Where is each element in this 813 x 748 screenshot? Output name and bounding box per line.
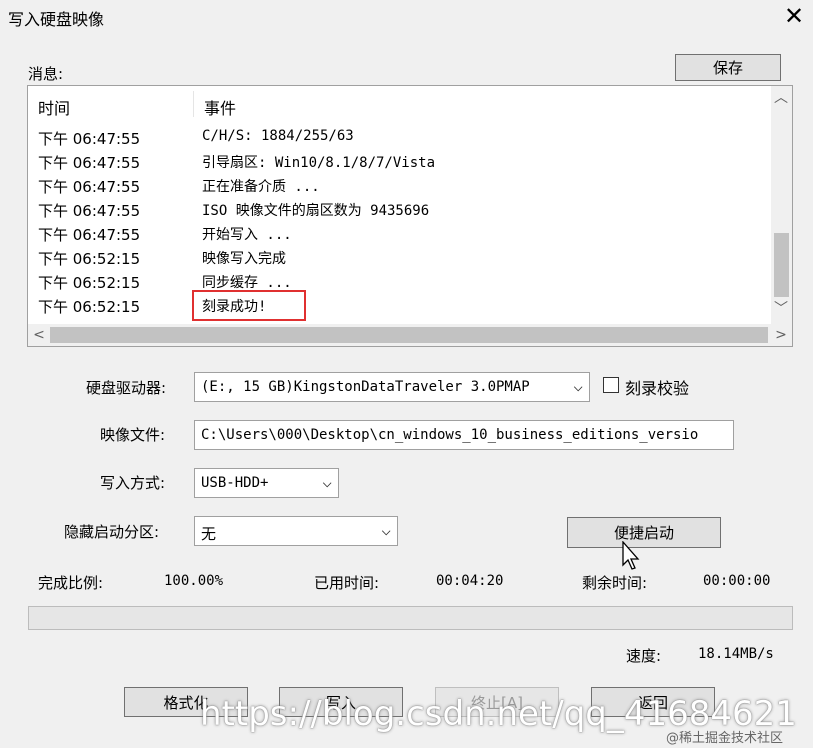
close-icon[interactable]: ✕: [781, 4, 807, 30]
row-time: 下午 06:47:55: [38, 178, 141, 196]
speed-value: 18.14MB/s: [698, 646, 774, 662]
row-event: 映像写入完成: [202, 251, 286, 267]
row-time: 下午 06:47:55: [38, 202, 141, 220]
row-time: 下午 06:47:55: [38, 154, 141, 172]
drive-label: 硬盘驱动器:: [86, 379, 167, 397]
write-method-label: 写入方式:: [100, 474, 166, 492]
row-time: 下午 06:47:55: [38, 226, 141, 244]
row-event: 正在准备介质 ...: [202, 179, 320, 195]
column-separator[interactable]: [193, 91, 194, 117]
hidden-partition-value: 无: [201, 525, 217, 543]
messages-label: 消息:: [28, 65, 64, 83]
row-event: 引导扇区: Win10/8.1/8/7/Vista: [202, 155, 436, 171]
save-button[interactable]: 保存: [675, 54, 781, 81]
column-header-time[interactable]: 时间: [38, 95, 70, 119]
row-event: ISO 映像文件的扇区数为 9435696: [202, 203, 430, 219]
image-file-value: C:\Users\000\Desktop\cn_windows_10_busin…: [201, 427, 699, 443]
progress-bar: [28, 606, 793, 630]
column-header-event[interactable]: 事件: [204, 95, 236, 119]
remaining-value: 00:00:00: [703, 573, 771, 589]
elapsed-label: 已用时间:: [314, 574, 380, 592]
window-title: 写入硬盘映像: [8, 10, 105, 29]
row-event: 开始写入 ...: [202, 227, 292, 243]
progress-fill: [29, 607, 792, 629]
row-time: 下午 06:52:15: [38, 274, 141, 292]
cursor-pointer-icon: [622, 540, 642, 575]
scroll-up-icon[interactable]: ︿: [772, 89, 790, 107]
write-method-value: USB-HDD+: [201, 475, 269, 491]
watermark-source: @稀土掘金技术社区: [666, 731, 784, 746]
scroll-down-icon[interactable]: ﹀: [772, 300, 790, 318]
horizontal-scroll-thumb[interactable]: [50, 327, 768, 343]
quick-boot-button[interactable]: 便捷启动: [567, 517, 721, 548]
vertical-scroll-thumb[interactable]: [774, 233, 789, 297]
drive-select[interactable]: (E:, 15 GB)KingstonDataTraveler 3.0PMAP …: [194, 372, 590, 402]
remaining-label: 剩余时间:: [582, 574, 648, 592]
chevron-down-icon: ⌵: [322, 472, 332, 491]
hidden-partition-label: 隐藏启动分区:: [64, 523, 160, 541]
row-time: 下午 06:52:15: [38, 250, 141, 268]
row-time: 下午 06:47:55: [38, 130, 141, 148]
percent-value: 100.00%: [164, 573, 224, 589]
scroll-left-icon[interactable]: <: [30, 326, 48, 344]
hidden-partition-select[interactable]: 无 ⌵: [194, 516, 398, 546]
image-file-label: 映像文件:: [100, 426, 166, 444]
highlight-box: [192, 290, 306, 321]
write-method-select[interactable]: USB-HDD+ ⌵: [194, 468, 339, 498]
elapsed-value: 00:04:20: [436, 573, 504, 589]
scroll-right-icon[interactable]: >: [772, 326, 790, 344]
horizontal-scrollbar[interactable]: < >: [28, 324, 792, 346]
chevron-down-icon: ⌵: [573, 376, 583, 395]
verify-checkbox[interactable]: [603, 377, 619, 393]
row-event: C/H/S: 1884/255/63: [202, 128, 354, 144]
verify-label: 刻录校验: [625, 379, 690, 398]
message-list[interactable]: 时间 事件 下午 06:47:55 C/H/S: 1884/255/63 下午 …: [27, 85, 793, 347]
drive-value: (E:, 15 GB)KingstonDataTraveler 3.0PMAP: [201, 379, 530, 395]
row-event: 同步缓存 ...: [202, 275, 292, 291]
image-file-field[interactable]: C:\Users\000\Desktop\cn_windows_10_busin…: [194, 420, 734, 450]
chevron-down-icon: ⌵: [381, 520, 391, 539]
percent-label: 完成比例:: [38, 574, 104, 592]
speed-label: 速度:: [626, 647, 662, 665]
row-time: 下午 06:52:15: [38, 298, 141, 316]
vertical-scrollbar[interactable]: ︿ ﹀: [771, 86, 792, 324]
